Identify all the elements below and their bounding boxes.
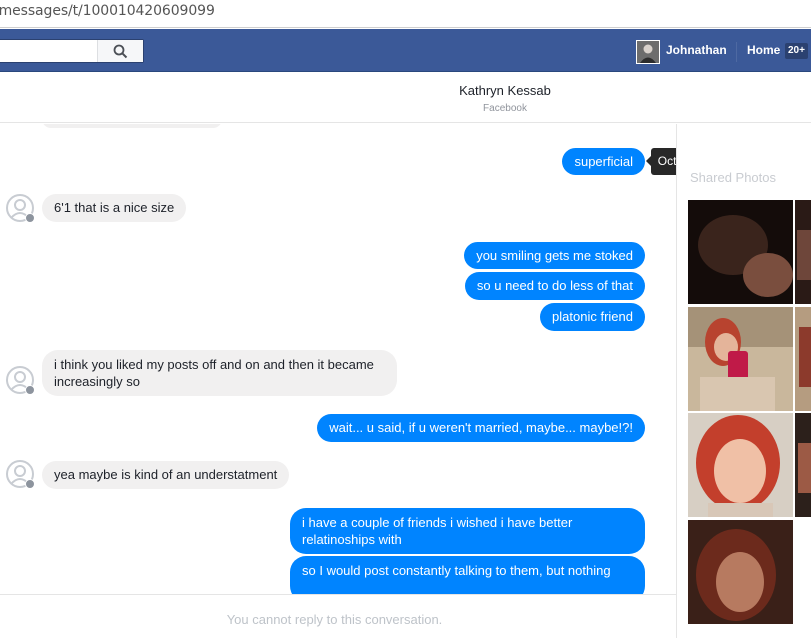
contact-avatar[interactable] — [6, 194, 35, 223]
message-bubble[interactable]: superficial — [562, 148, 645, 175]
shared-photo[interactable] — [795, 413, 811, 517]
shared-photo-image — [688, 200, 793, 304]
message-bubble[interactable]: wait... u said, if u weren't married, ma… — [317, 414, 645, 442]
shared-photo-image — [795, 200, 811, 304]
browser-address-bar[interactable]: /messages/t/100010420609099 — [0, 0, 811, 28]
user-photo-icon — [637, 41, 659, 63]
search-input[interactable] — [0, 39, 144, 63]
shared-photo-image — [688, 413, 793, 517]
message-bubble[interactable]: so u need to do less of that — [464, 272, 645, 300]
message-bubble[interactable]: i have a couple of friends i wished i ha… — [290, 508, 645, 554]
message-bubble[interactable]: you smiling gets me stoked — [464, 242, 645, 269]
url-text[interactable]: /messages/t/100010420609099 — [0, 3, 215, 19]
conversation-title[interactable]: Kathryn Kessab — [0, 83, 811, 98]
shared-photo-image — [688, 520, 793, 624]
message-bubble[interactable]: 6'1 that is a nice size — [42, 194, 187, 222]
search-button[interactable] — [97, 40, 143, 62]
shared-photo[interactable] — [688, 413, 793, 517]
shared-photo-image — [688, 307, 793, 411]
message-bubble-partial — [42, 124, 222, 128]
conversation-subtitle: Facebook — [483, 103, 527, 114]
cannot-reply-notice: You cannot reply to this conversation. — [226, 612, 443, 627]
message-thread[interactable]: superficial 6'1 that is a nice size you … — [0, 124, 676, 594]
message-bubble[interactable]: i think you liked my posts off and on an… — [42, 350, 397, 396]
shared-photo[interactable] — [795, 200, 811, 304]
user-avatar[interactable] — [636, 40, 660, 64]
shared-photo[interactable] — [795, 307, 811, 411]
contact-avatar[interactable] — [6, 366, 35, 395]
shared-photo[interactable] — [688, 307, 793, 411]
shared-photo[interactable] — [688, 200, 793, 304]
message-bubble[interactable]: platonic friend — [540, 303, 645, 331]
home-link[interactable]: Home — [747, 43, 780, 57]
facebook-badge-icon — [25, 385, 35, 395]
notification-badge[interactable]: 20+ — [785, 43, 808, 59]
message-bubble[interactable]: yea maybe is kind of an understatment — [42, 461, 290, 489]
profile-link[interactable]: Johnathan — [666, 43, 727, 57]
facebook-badge-icon — [25, 479, 35, 489]
shared-photo[interactable] — [688, 520, 793, 624]
messenger-window: /messages/t/100010420609099 Johnathan Ho… — [0, 0, 811, 638]
facebook-badge-icon — [25, 213, 35, 223]
contact-avatar[interactable] — [6, 460, 35, 489]
shared-photos-title: Shared Photos — [690, 170, 777, 185]
search-icon — [113, 44, 128, 58]
shared-photo-image — [795, 413, 811, 517]
message-bubble[interactable]: so I would post constantly talking to th… — [290, 556, 645, 594]
shared-photo-image — [795, 307, 811, 411]
header-divider — [736, 42, 737, 62]
composer-footer: You cannot reply to this conversation. — [0, 594, 676, 638]
conversation-header: Kathryn Kessab Facebook — [0, 73, 811, 123]
